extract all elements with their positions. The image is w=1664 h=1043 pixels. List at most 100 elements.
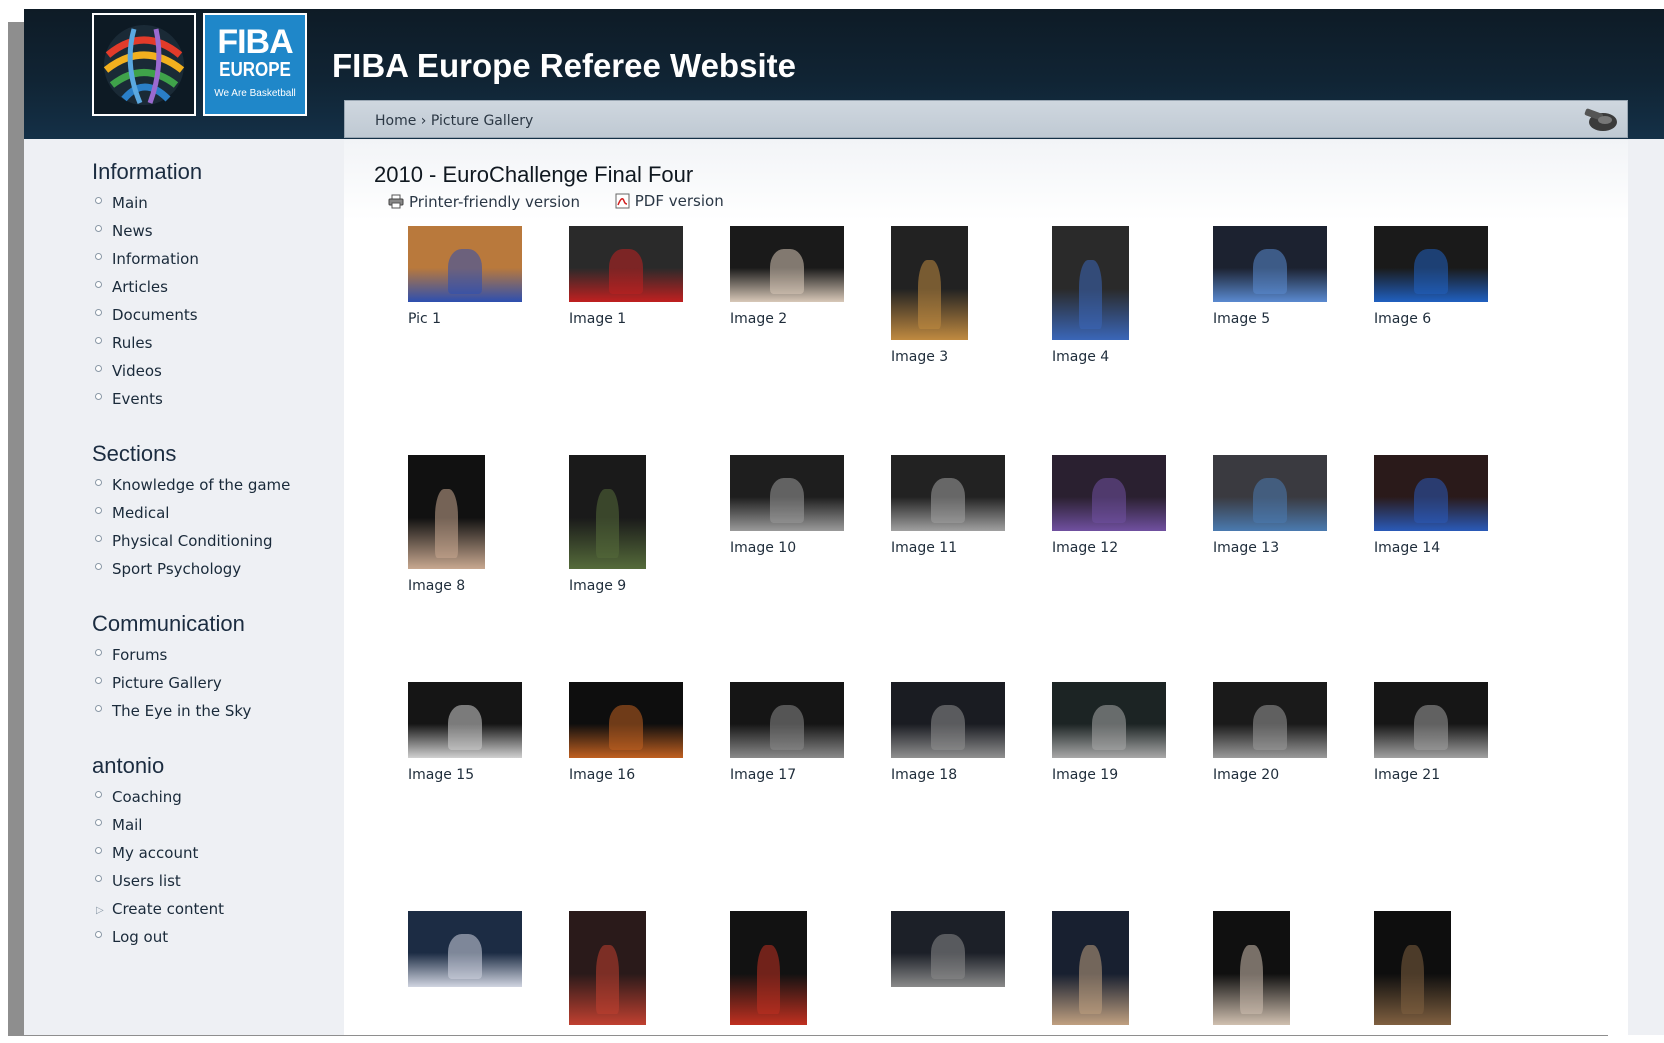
photo-caption[interactable]: Image 17 <box>730 767 880 783</box>
photo-thumbnail[interactable] <box>891 911 1005 987</box>
sidebar-item-my-account[interactable]: My account <box>92 843 332 871</box>
sidebar-item-coaching[interactable]: Coaching <box>92 787 332 815</box>
photo-caption[interactable]: Image 19 <box>1052 767 1202 783</box>
photo-thumbnail[interactable] <box>1213 911 1290 1025</box>
gallery-item[interactable]: Image 18 <box>891 682 1041 783</box>
photo-thumbnail[interactable] <box>730 911 807 1025</box>
gallery-item[interactable]: Image 14 <box>1374 455 1524 556</box>
photo-thumbnail[interactable] <box>730 682 844 758</box>
basketball-logo-icon[interactable] <box>92 13 196 116</box>
photo-caption[interactable]: Pic 1 <box>408 311 558 327</box>
sidebar-item-the-eye-in-the-sky[interactable]: The Eye in the Sky <box>92 701 332 729</box>
sidebar-item-events[interactable]: Events <box>92 389 332 417</box>
printer-friendly-link[interactable]: Printer-friendly version <box>388 193 580 211</box>
gallery-item[interactable] <box>408 911 558 987</box>
photo-thumbnail[interactable] <box>569 455 646 569</box>
gallery-item[interactable] <box>1213 911 1363 1025</box>
sidebar-item-sport-psychology[interactable]: Sport Psychology <box>92 559 332 587</box>
pdf-version-link[interactable]: PDF version <box>615 192 724 210</box>
photo-caption[interactable]: Image 1 <box>569 311 719 327</box>
gallery-item[interactable]: Image 19 <box>1052 682 1202 783</box>
photo-thumbnail[interactable] <box>408 682 522 758</box>
gallery-item[interactable]: Image 4 <box>1052 226 1202 365</box>
site-title[interactable]: FIBA Europe Referee Website <box>332 47 796 85</box>
photo-caption[interactable]: Image 11 <box>891 540 1041 556</box>
photo-thumbnail[interactable] <box>408 911 522 987</box>
sidebar-item-picture-gallery[interactable]: Picture Gallery <box>92 673 332 701</box>
photo-thumbnail[interactable] <box>1052 682 1166 758</box>
photo-thumbnail[interactable] <box>1213 682 1327 758</box>
gallery-item[interactable]: Image 3 <box>891 226 1041 365</box>
sidebar-item-log-out[interactable]: Log out <box>92 927 332 955</box>
gallery-item[interactable]: Image 1 <box>569 226 719 327</box>
photo-thumbnail[interactable] <box>1374 911 1451 1025</box>
gallery-item[interactable] <box>1052 911 1202 1025</box>
gallery-item[interactable]: Image 8 <box>408 455 558 594</box>
sidebar-item-articles[interactable]: Articles <box>92 277 332 305</box>
photo-thumbnail[interactable] <box>1052 455 1166 531</box>
photo-caption[interactable]: Image 18 <box>891 767 1041 783</box>
sidebar-item-knowledge-of-the-game[interactable]: Knowledge of the game <box>92 475 332 503</box>
breadcrumb-current-link[interactable]: Picture Gallery <box>431 113 533 129</box>
sidebar-item-create-content[interactable]: ▷ Create content <box>92 899 332 927</box>
photo-thumbnail[interactable] <box>1052 911 1129 1025</box>
photo-thumbnail[interactable] <box>408 226 522 302</box>
breadcrumb-home-link[interactable]: Home <box>375 113 416 129</box>
photo-caption[interactable]: Image 15 <box>408 767 558 783</box>
gallery-item[interactable]: Image 21 <box>1374 682 1524 783</box>
sidebar-item-rules[interactable]: Rules <box>92 333 332 361</box>
gallery-item[interactable] <box>730 911 880 1025</box>
gallery-item[interactable]: Image 10 <box>730 455 880 556</box>
gallery-item[interactable]: Image 13 <box>1213 455 1363 556</box>
sidebar-item-users-list[interactable]: Users list <box>92 871 332 899</box>
photo-caption[interactable]: Image 4 <box>1052 349 1202 365</box>
photo-thumbnail[interactable] <box>891 682 1005 758</box>
photo-caption[interactable]: Image 9 <box>569 578 719 594</box>
photo-caption[interactable]: Image 10 <box>730 540 880 556</box>
gallery-item[interactable]: Image 2 <box>730 226 880 327</box>
gallery-item[interactable] <box>569 911 719 1025</box>
photo-thumbnail[interactable] <box>730 455 844 531</box>
photo-caption[interactable]: Image 20 <box>1213 767 1363 783</box>
photo-thumbnail[interactable] <box>891 226 968 340</box>
photo-thumbnail[interactable] <box>1374 226 1488 302</box>
sidebar-item-forums[interactable]: Forums <box>92 645 332 673</box>
photo-caption[interactable]: Image 8 <box>408 578 558 594</box>
gallery-item[interactable]: Image 17 <box>730 682 880 783</box>
photo-thumbnail[interactable] <box>1052 226 1129 340</box>
photo-caption[interactable]: Image 13 <box>1213 540 1363 556</box>
sidebar-item-news[interactable]: News <box>92 221 332 249</box>
sidebar-item-documents[interactable]: Documents <box>92 305 332 333</box>
photo-caption[interactable]: Image 12 <box>1052 540 1202 556</box>
sidebar-item-physical-conditioning[interactable]: Physical Conditioning <box>92 531 332 559</box>
sidebar-item-mail[interactable]: Mail <box>92 815 332 843</box>
photo-thumbnail[interactable] <box>569 226 683 302</box>
gallery-item[interactable]: Pic 1 <box>408 226 558 327</box>
photo-caption[interactable]: Image 6 <box>1374 311 1524 327</box>
sidebar-item-information[interactable]: Information <box>92 249 332 277</box>
photo-caption[interactable]: Image 14 <box>1374 540 1524 556</box>
photo-thumbnail[interactable] <box>1213 455 1327 531</box>
sidebar-item-main[interactable]: Main <box>92 193 332 221</box>
photo-caption[interactable]: Image 3 <box>891 349 1041 365</box>
photo-caption[interactable]: Image 16 <box>569 767 719 783</box>
photo-thumbnail[interactable] <box>569 911 646 1025</box>
gallery-item[interactable]: Image 16 <box>569 682 719 783</box>
photo-thumbnail[interactable] <box>408 455 485 569</box>
gallery-item[interactable]: Image 5 <box>1213 226 1363 327</box>
photo-thumbnail[interactable] <box>1374 682 1488 758</box>
photo-thumbnail[interactable] <box>730 226 844 302</box>
gallery-item[interactable]: Image 11 <box>891 455 1041 556</box>
sidebar-item-videos[interactable]: Videos <box>92 361 332 389</box>
photo-thumbnail[interactable] <box>569 682 683 758</box>
gallery-item[interactable]: Image 20 <box>1213 682 1363 783</box>
photo-caption[interactable]: Image 5 <box>1213 311 1363 327</box>
photo-thumbnail[interactable] <box>891 455 1005 531</box>
gallery-item[interactable] <box>1374 911 1524 1025</box>
fiba-europe-logo[interactable]: FIBA EUROPE We Are Basketball <box>203 13 307 116</box>
photo-caption[interactable]: Image 21 <box>1374 767 1524 783</box>
gallery-item[interactable]: Image 15 <box>408 682 558 783</box>
gallery-item[interactable]: Image 12 <box>1052 455 1202 556</box>
gallery-item[interactable]: Image 9 <box>569 455 719 594</box>
gallery-item[interactable]: Image 6 <box>1374 226 1524 327</box>
